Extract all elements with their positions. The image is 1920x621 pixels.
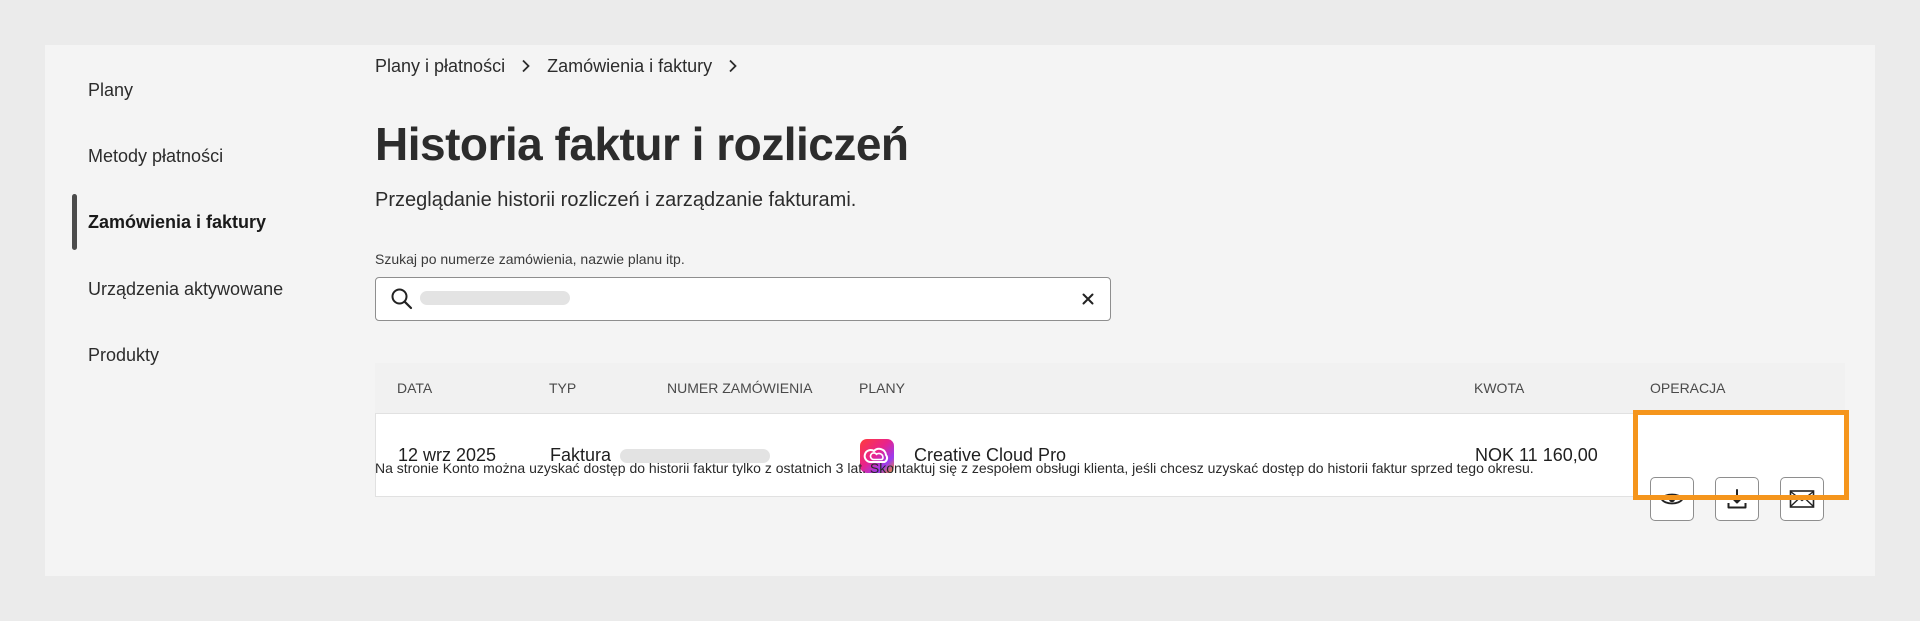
download-invoice-button[interactable] — [1715, 477, 1759, 521]
download-icon — [1727, 489, 1747, 509]
sidebar-item-produkty[interactable]: Produkty — [88, 344, 159, 366]
sidebar-item-metody-platnosci[interactable]: Metody płatności — [88, 145, 223, 167]
column-header-data: Data — [397, 380, 433, 396]
table-row: 12 wrz 2025 Faktura Creative Cloud Pro N… — [375, 413, 1845, 497]
search-label: Szukaj po numerze zamówienia, nazwie pla… — [375, 251, 685, 267]
sidebar-active-indicator — [72, 194, 77, 250]
clear-search-button[interactable] — [1078, 289, 1098, 309]
table-header: Data Typ Numer zamówienia Plany Kwota Op… — [375, 363, 1845, 413]
search-box — [375, 277, 1111, 321]
account-card: Plany Metody płatności Zamówienia i fakt… — [45, 45, 1875, 576]
column-header-kwota: Kwota — [1474, 380, 1525, 396]
close-icon — [1082, 293, 1094, 305]
sidebar-item-zamowienia-i-faktury[interactable]: Zamówienia i faktury — [88, 211, 266, 233]
email-invoice-button[interactable] — [1780, 477, 1824, 521]
search-input[interactable] — [420, 283, 1060, 315]
breadcrumb: Plany i płatności Zamówienia i faktury — [375, 55, 754, 77]
invoice-table: Data Typ Numer zamówienia Plany Kwota Op… — [375, 363, 1845, 497]
view-invoice-button[interactable] — [1650, 477, 1694, 521]
column-header-plany: Plany — [859, 380, 905, 396]
page-subtitle: Przeglądanie historii rozliczeń i zarząd… — [375, 189, 857, 211]
eye-icon — [1660, 493, 1684, 505]
search-icon — [390, 287, 414, 311]
mail-icon — [1789, 490, 1815, 508]
sidebar-item-plany[interactable]: Plany — [88, 79, 133, 101]
chevron-right-icon — [521, 59, 531, 73]
footnote: Na stronie Konto można uzyskać dostęp do… — [375, 460, 1534, 476]
chevron-right-icon — [728, 59, 738, 73]
breadcrumb-link-plany-i-platnosci[interactable]: Plany i płatności — [375, 56, 505, 77]
page-title: Historia faktur i rozliczeń — [375, 118, 909, 170]
column-header-typ: Typ — [549, 380, 577, 396]
sidebar-item-urzadzenia-aktywowane[interactable]: Urządzenia aktywowane — [88, 278, 283, 300]
column-header-operacja: Operacja — [1650, 380, 1726, 396]
sidebar: Plany Metody płatności Zamówienia i fakt… — [45, 45, 365, 576]
breadcrumb-link-zamowienia-i-faktury[interactable]: Zamówienia i faktury — [547, 56, 712, 77]
column-header-numer-zamowienia: Numer zamówienia — [667, 380, 813, 396]
